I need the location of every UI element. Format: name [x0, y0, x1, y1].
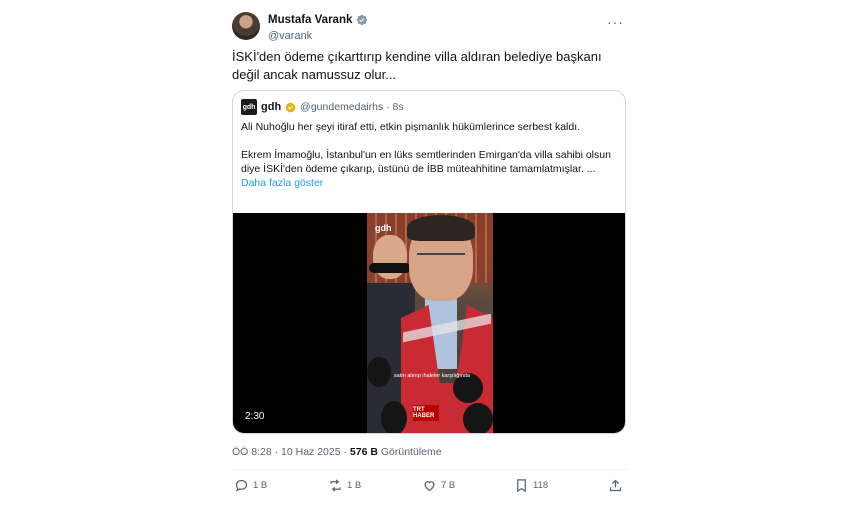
video-duration: 2:30	[245, 411, 265, 422]
quoted-paragraph-2: Ekrem İmamoğlu, İstanbul'un en lüks semt…	[241, 149, 611, 175]
tweet-text: İSKİ'den ödeme çıkarttırıp kendine villa…	[232, 49, 602, 82]
quoted-author-name[interactable]: gdh	[261, 101, 281, 113]
video-watermark: gdh	[375, 223, 392, 233]
video-caption: satın alınıp ihaleler karşılığında	[393, 373, 471, 379]
gold-verified-badge-icon	[285, 102, 296, 112]
quoted-author-handle[interactable]: @gundemedairhs · 8s	[300, 101, 403, 113]
quoted-tweet[interactable]: gdh gdh @gundemedairhs · 8s Ali Nuhoğlu …	[232, 90, 626, 434]
author-handle[interactable]: @varank	[268, 30, 312, 42]
verified-badge-icon	[357, 14, 368, 26]
avatar[interactable]	[232, 12, 260, 40]
quoted-avatar[interactable]: gdh	[241, 99, 257, 115]
show-more-link[interactable]: Daha fazla göster	[241, 176, 619, 190]
views-label: Görüntüleme	[377, 446, 442, 458]
share-button[interactable]	[608, 478, 623, 493]
author-name[interactable]: Mustafa Varank	[268, 14, 352, 26]
share-icon	[609, 479, 622, 492]
like-button[interactable]: 7 B	[422, 478, 455, 493]
quoted-paragraph-1: Ali Nuhoğlu her şeyi itiraf etti, etkin …	[241, 121, 581, 133]
quoted-tweet-text: Ali Nuhoğlu her şeyi itiraf etti, etkin …	[241, 120, 619, 190]
action-bar: 1 B 1 B 7 B 118	[232, 478, 628, 498]
video-thumbnail[interactable]: TRT HABER satın alınıp ihaleler karşılığ…	[367, 213, 493, 433]
reply-icon	[235, 479, 248, 492]
bookmark-count: 118	[533, 480, 549, 491]
speaker-hair	[407, 215, 475, 241]
bookmark-button[interactable]: 118	[514, 478, 548, 493]
like-count: 7 B	[441, 480, 456, 491]
heart-icon	[424, 481, 435, 492]
view-count: 576 B	[349, 446, 378, 458]
tweet-metadata: ÖÖ 8:28 · 10 Haz 2025 · 576 B Görüntülem…	[232, 446, 442, 458]
reply-count: 1 B	[253, 480, 268, 491]
speaker-glasses	[417, 253, 465, 261]
retweet-button[interactable]: 1 B	[328, 478, 361, 493]
microphones	[367, 353, 493, 433]
video-player[interactable]: TRT HABER satın alınıp ihaleler karşılığ…	[233, 213, 625, 433]
divider	[232, 469, 628, 470]
reply-button[interactable]: 1 B	[234, 478, 267, 493]
timestamp[interactable]: ÖÖ 8:28 · 10 Haz 2025 ·	[232, 446, 350, 458]
author-name-row: Mustafa Varank	[268, 14, 368, 26]
trt-haber-mic-label: TRT HABER	[413, 405, 439, 421]
retweet-icon	[330, 479, 341, 492]
quoted-tweet-header: gdh gdh @gundemedairhs · 8s	[241, 99, 404, 115]
bookmark-icon	[517, 479, 526, 493]
retweet-count: 1 B	[347, 480, 362, 491]
tweet-header: Mustafa Varank @varank ···	[232, 10, 628, 46]
more-options-icon[interactable]: ···	[607, 14, 624, 30]
